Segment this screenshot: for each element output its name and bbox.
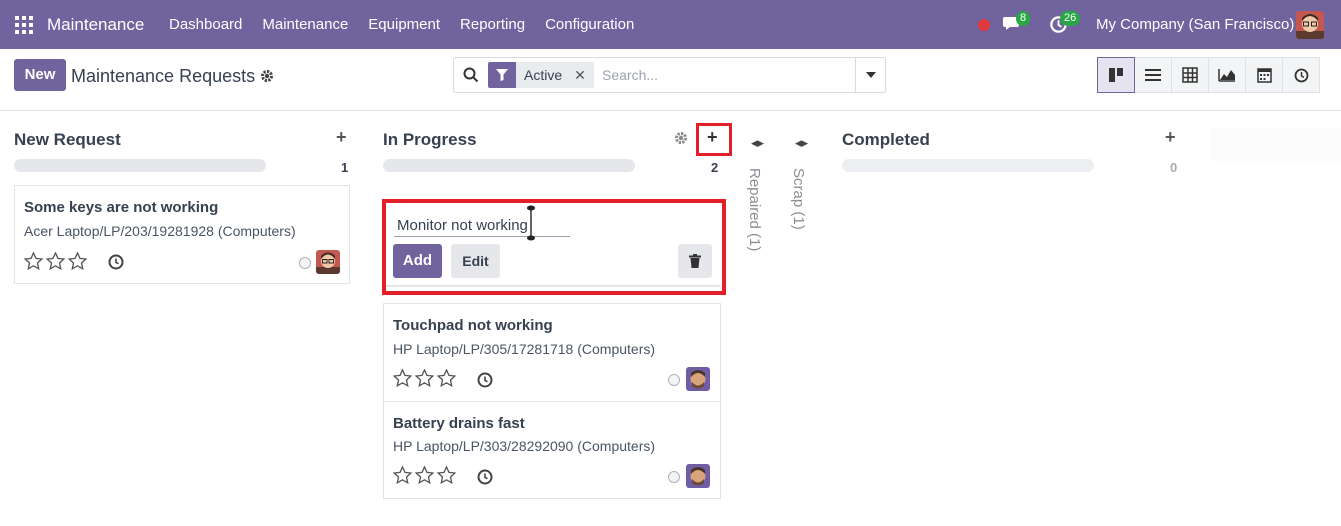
star-icon[interactable] <box>24 252 43 270</box>
top-navbar: Maintenance Dashboard Maintenance Equipm… <box>0 0 1341 49</box>
kanban-card[interactable]: Touchpad not working HP Laptop/LP/305/17… <box>383 303 721 402</box>
quick-create-plus-icon[interactable]: + <box>336 127 347 148</box>
star-icon[interactable] <box>393 369 412 387</box>
menu-equipment[interactable]: Equipment <box>368 16 440 33</box>
activity-clock-icon[interactable] <box>477 372 493 388</box>
priority-stars[interactable] <box>393 466 456 484</box>
control-panel: New Maintenance Requests Active ✕ <box>0 49 1341 111</box>
column-progress-bar[interactable] <box>14 159 266 172</box>
column-count: 2 <box>711 160 719 175</box>
apps-menu-icon[interactable] <box>15 16 33 34</box>
calendar-view-button[interactable] <box>1245 57 1283 93</box>
app-name[interactable]: Maintenance <box>47 15 144 35</box>
kanban-state-dot[interactable] <box>299 257 311 269</box>
column-progress-bar[interactable] <box>842 159 1094 172</box>
add-column-area[interactable] <box>1211 128 1341 161</box>
messages-badge: 8 <box>1016 11 1031 26</box>
search-input[interactable] <box>602 64 852 86</box>
star-icon[interactable] <box>415 369 434 387</box>
star-icon[interactable] <box>68 252 87 270</box>
star-icon[interactable] <box>437 466 456 484</box>
list-view-button[interactable] <box>1134 57 1172 93</box>
kanban-card[interactable]: Some keys are not working Acer Laptop/LP… <box>14 185 350 284</box>
activities-badge: 26 <box>1060 11 1081 26</box>
card-title: Touchpad not working <box>393 317 553 334</box>
quick-create-plus-icon[interactable]: + <box>1165 127 1176 148</box>
activity-view-button[interactable] <box>1282 57 1320 93</box>
graph-view-button[interactable] <box>1208 57 1246 93</box>
menu-reporting[interactable]: Reporting <box>460 16 525 33</box>
activity-clock-icon[interactable] <box>108 254 124 270</box>
gear-icon[interactable] <box>260 69 274 83</box>
unfold-column-icon[interactable]: ◂▸ <box>795 135 808 151</box>
graph-icon <box>1218 69 1235 82</box>
caret-down-icon <box>865 72 876 78</box>
menu-dashboard[interactable]: Dashboard <box>169 16 242 33</box>
menu-maintenance[interactable]: Maintenance <box>262 16 348 33</box>
company-switcher[interactable]: My Company (San Francisco) <box>1096 16 1294 33</box>
view-switcher <box>1097 57 1320 93</box>
list-icon <box>1145 69 1161 81</box>
highlight-box <box>696 123 732 156</box>
priority-stars[interactable] <box>393 369 456 387</box>
user-avatar[interactable] <box>1296 11 1324 39</box>
filter-facet: Active ✕ <box>488 62 594 88</box>
card-title: Some keys are not working <box>24 199 219 216</box>
kanban-icon <box>1109 68 1123 82</box>
calendar-icon <box>1256 68 1272 83</box>
remove-facet-icon[interactable]: ✕ <box>574 62 586 88</box>
column-settings-gear-icon[interactable] <box>674 131 688 145</box>
clock-icon <box>1294 68 1308 82</box>
priority-stars[interactable] <box>24 252 87 270</box>
filter-icon <box>488 62 516 88</box>
column-title-new-request: New Request <box>14 130 121 149</box>
new-button[interactable]: New <box>14 59 66 91</box>
folded-column-repaired[interactable]: Repaired (1) <box>746 168 763 251</box>
star-icon[interactable] <box>393 466 412 484</box>
assignee-avatar[interactable] <box>316 250 340 274</box>
menu-configuration[interactable]: Configuration <box>545 16 634 33</box>
star-icon[interactable] <box>415 466 434 484</box>
card-equipment: HP Laptop/LP/303/28292090 (Computers) <box>393 438 656 454</box>
folded-column-scrap[interactable]: Scrap (1) <box>790 168 807 230</box>
column-count: 1 <box>341 160 349 175</box>
assignee-avatar[interactable] <box>686 367 710 391</box>
star-icon[interactable] <box>46 252 65 270</box>
search-bar: Active ✕ <box>453 57 886 93</box>
column-count: 0 <box>1170 160 1178 175</box>
kanban-view-button[interactable] <box>1097 57 1135 93</box>
kanban-state-dot[interactable] <box>668 471 680 483</box>
highlight-box <box>382 199 726 295</box>
star-icon[interactable] <box>437 369 456 387</box>
main-menu: Dashboard Maintenance Equipment Reportin… <box>169 16 654 33</box>
kanban-state-dot[interactable] <box>668 374 680 386</box>
column-progress-bar[interactable] <box>383 159 635 172</box>
facet-value: Active <box>524 67 563 83</box>
assignee-avatar[interactable] <box>686 464 710 488</box>
breadcrumb-label: Maintenance Requests <box>71 66 256 86</box>
search-options-toggle[interactable] <box>855 58 885 92</box>
pivot-view-button[interactable] <box>1171 57 1209 93</box>
card-equipment: Acer Laptop/LP/203/19281928 (Computers) <box>24 223 296 239</box>
column-title-completed: Completed <box>842 130 930 149</box>
page-title: Maintenance Requests <box>71 66 274 87</box>
kanban-card[interactable]: Battery drains fast HP Laptop/LP/303/282… <box>383 401 721 499</box>
unfold-column-icon[interactable]: ◂▸ <box>751 135 764 151</box>
card-title: Battery drains fast <box>393 415 525 432</box>
recording-dot-icon[interactable] <box>978 19 990 31</box>
activity-clock-icon[interactable] <box>477 469 493 485</box>
column-title-in-progress: In Progress <box>383 130 477 149</box>
card-equipment: HP Laptop/LP/305/17281718 (Computers) <box>393 341 656 357</box>
pivot-icon <box>1182 67 1198 83</box>
search-icon[interactable] <box>463 67 479 83</box>
